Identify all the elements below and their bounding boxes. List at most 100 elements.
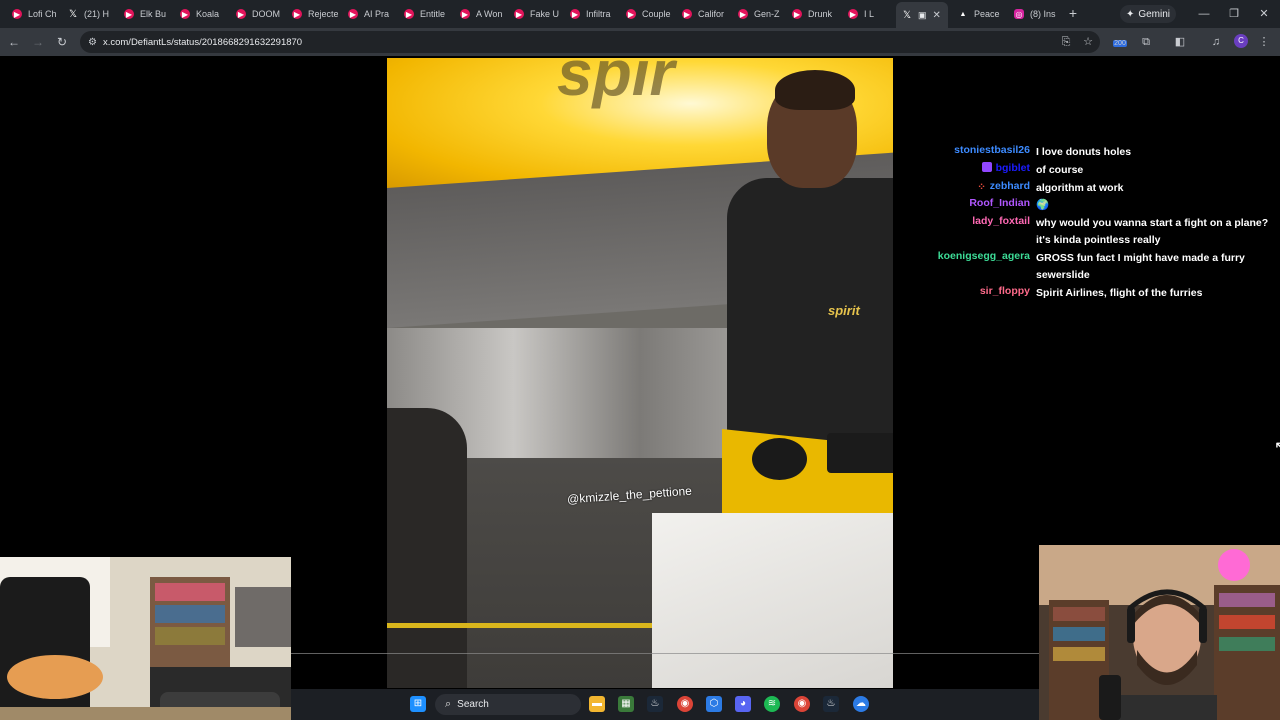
extensions-puzzle-icon[interactable]: ⧉ bbox=[1138, 34, 1154, 50]
tab-11[interactable]: ▶ Couple bbox=[626, 4, 672, 24]
x-icon: 𝕏 bbox=[902, 9, 912, 21]
chat-text: algorithm at work bbox=[1036, 182, 1124, 194]
windows-start-icon[interactable]: ⊞ bbox=[410, 696, 426, 712]
extension-badge-icon[interactable]: 200 bbox=[1112, 34, 1128, 50]
address-bar[interactable]: ⚙ bbox=[80, 31, 1100, 53]
new-tab-button[interactable]: + bbox=[1066, 6, 1080, 20]
mouse-cursor-icon: ↖ bbox=[1274, 437, 1280, 457]
tab-9[interactable]: ▶ Fake U bbox=[514, 4, 560, 24]
reload-icon[interactable]: ↻ bbox=[54, 34, 70, 50]
tab-6[interactable]: ▶ AI Pra bbox=[348, 4, 394, 24]
youtube-icon: ▶ bbox=[626, 9, 636, 19]
side-panel-icon[interactable]: ◧ bbox=[1172, 34, 1188, 50]
app-icon[interactable]: ▦ bbox=[618, 696, 634, 712]
taskbar-search[interactable]: ⌕ Search bbox=[435, 694, 581, 715]
chat-username: koenigsegg_agera bbox=[937, 250, 1030, 262]
tab-7[interactable]: ▶ Entitle bbox=[404, 4, 450, 24]
tab-13[interactable]: ▶ Gen-Z bbox=[738, 4, 784, 24]
youtube-icon: ▶ bbox=[682, 9, 692, 19]
tab-media-icon: ▣ bbox=[918, 9, 927, 20]
file-explorer-icon[interactable]: ▬ bbox=[589, 696, 605, 712]
restore-icon[interactable]: ❐ bbox=[1226, 6, 1242, 22]
tab-15[interactable]: ▶ I L bbox=[848, 4, 894, 24]
chat-text: of course bbox=[1036, 164, 1084, 176]
floor-stripe bbox=[387, 623, 667, 628]
youtube-icon: ▶ bbox=[514, 9, 524, 19]
chrome-icon[interactable]: ◉ bbox=[677, 696, 693, 712]
chat-username: stoniestbasil26 bbox=[954, 144, 1030, 156]
tab-2[interactable]: ▶ Elk Bu bbox=[124, 4, 170, 24]
tab-3[interactable]: ▶ Koala bbox=[180, 4, 226, 24]
bookmark-star-icon[interactable]: ☆ bbox=[1080, 34, 1096, 50]
chat-username: Roof_Indian bbox=[969, 197, 1030, 209]
tab-17[interactable]: ▲ Peace bbox=[958, 4, 1004, 24]
browser-toolbar: ← → ↻ ⚙ ⎘ ☆ 200 ⧉ ◧ ♫ ⋮ bbox=[0, 28, 1280, 56]
steam-icon[interactable]: ♨ bbox=[823, 696, 839, 712]
chat-icon[interactable]: ☁ bbox=[853, 696, 869, 712]
sparkle-icon: ✦ bbox=[1125, 8, 1135, 20]
youtube-icon: ▶ bbox=[124, 9, 134, 19]
tab-18[interactable]: ◎ (8) Ins bbox=[1014, 4, 1060, 24]
chat-text: GROSS fun fact I might have made a furry… bbox=[1036, 252, 1245, 281]
youtube-icon: ▶ bbox=[738, 9, 748, 19]
video-player[interactable]: spir spirit @kmizzle_the_pettione bbox=[387, 58, 893, 688]
tab-5[interactable]: ▶ Rejecte bbox=[292, 4, 338, 24]
agent-figure: spirit bbox=[717, 70, 893, 478]
tab-strip: ▶ Lofi Ch 𝕏 (21) H ▶ Elk Bu ▶ Koala ▶ DOOM ▶ R… bbox=[0, 0, 1280, 28]
tab-0[interactable]: ▶ Lofi Ch bbox=[12, 4, 58, 24]
media-controls-icon[interactable]: ♫ bbox=[1208, 34, 1224, 50]
windows-taskbar: ⊞ ⌕ Search ▬ ▦ ♨ ◉ ⬡ ◕ ≋ ◉ ♨ ☁ bbox=[291, 689, 1039, 720]
chat-username: zebhard bbox=[989, 180, 1030, 192]
youtube-icon: ▶ bbox=[404, 9, 414, 19]
x-icon: 𝕏 bbox=[68, 8, 78, 20]
computer-mouse bbox=[752, 438, 807, 480]
tab-1[interactable]: 𝕏 (21) H bbox=[68, 4, 114, 24]
back-icon[interactable]: ← bbox=[6, 34, 22, 50]
customer-figure bbox=[387, 408, 467, 688]
close-icon[interactable]: ✕ bbox=[933, 10, 941, 21]
chat-text: I love donuts holes bbox=[1036, 146, 1132, 158]
video-progress-line[interactable] bbox=[291, 653, 1039, 654]
steam-icon[interactable]: ♨ bbox=[647, 696, 663, 712]
install-app-icon[interactable]: ⎘ bbox=[1058, 34, 1074, 50]
site-info-icon[interactable]: ⚙ bbox=[88, 37, 97, 48]
instagram-icon: ◎ bbox=[1014, 9, 1024, 19]
white-counter bbox=[652, 513, 893, 688]
menu-dots-icon[interactable]: ⋮ bbox=[1256, 34, 1272, 50]
youtube-icon: ▶ bbox=[12, 9, 22, 19]
tab-12[interactable]: ▶ Califor bbox=[682, 4, 728, 24]
tab-14[interactable]: ▶ Drunk bbox=[792, 4, 838, 24]
tab-10[interactable]: ▶ Infiltra bbox=[570, 4, 616, 24]
gemini-button[interactable]: ✦ Gemini bbox=[1120, 5, 1176, 23]
spotify-icon[interactable]: ≋ bbox=[764, 696, 780, 712]
chrome-icon[interactable]: ◉ bbox=[794, 696, 810, 712]
room-webcam bbox=[0, 557, 291, 720]
youtube-icon: ▶ bbox=[848, 9, 858, 19]
chat-text: Spirit Airlines, flight of the furries bbox=[1036, 287, 1203, 299]
chat-text: why would you wanna start a fight on a p… bbox=[1036, 217, 1269, 246]
tab-8[interactable]: ▶ A Won bbox=[460, 4, 506, 24]
youtube-icon: ▶ bbox=[460, 9, 470, 19]
tab-4[interactable]: ▶ DOOM bbox=[236, 4, 282, 24]
tab-active[interactable]: 𝕏 ▣ ✕ bbox=[896, 2, 948, 28]
url-input[interactable] bbox=[102, 36, 803, 48]
chat-emote: 🌍 bbox=[1036, 199, 1050, 211]
chat-username: lady_foxtail bbox=[972, 215, 1030, 227]
chat-username: sir_floppy bbox=[979, 285, 1030, 297]
youtube-icon: ▶ bbox=[292, 9, 302, 19]
minimize-icon[interactable]: — bbox=[1196, 6, 1212, 22]
app-icon[interactable]: ⬡ bbox=[706, 696, 722, 712]
room-scene bbox=[0, 557, 291, 720]
close-window-icon[interactable]: ✕ bbox=[1256, 6, 1272, 22]
youtube-icon: ▶ bbox=[180, 9, 190, 19]
youtube-icon: ▶ bbox=[236, 9, 246, 19]
discord-icon[interactable]: ◕ bbox=[735, 696, 751, 712]
streamer-scene bbox=[1039, 545, 1280, 720]
badge-icon: ⁘ bbox=[977, 182, 986, 193]
profile-avatar[interactable]: C bbox=[1234, 34, 1248, 48]
forward-icon[interactable]: → bbox=[30, 34, 46, 50]
streamer-webcam bbox=[1039, 545, 1280, 720]
youtube-icon: ▶ bbox=[792, 9, 802, 19]
keyboard bbox=[827, 433, 893, 473]
search-icon: ⌕ bbox=[445, 698, 452, 710]
